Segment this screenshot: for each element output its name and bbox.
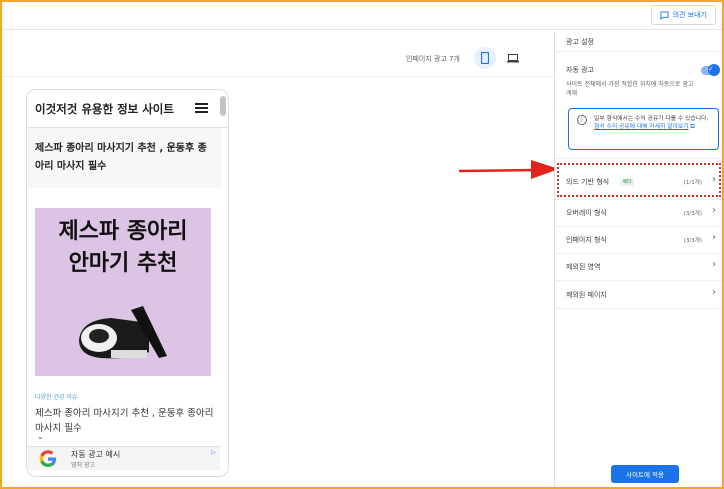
site-header: 이것저것 유용한 정보 사이트: [27, 90, 228, 128]
feedback-button[interactable]: 의견 보내기: [650, 5, 716, 25]
check-icon: ✓: [708, 65, 714, 73]
mobile-view-button[interactable]: [474, 47, 496, 69]
format-row-inpage[interactable]: 인페이지 형식 (3/3개) ›: [556, 225, 722, 252]
massager-image: [79, 306, 167, 359]
chevron-right-icon: ›: [712, 232, 716, 243]
preview-area: 인페이지 광고 7개 이것저것 유용한 정보 사이트 제스파 종아리 마사지기 …: [2, 31, 554, 487]
post-thumbnail: 제스파 종아리 안마기 추천: [35, 208, 211, 376]
panel-title: 광고 설정: [566, 38, 594, 46]
laptop-icon: [507, 53, 519, 62]
format-count: (3/3개): [683, 238, 702, 244]
format-row-overlay[interactable]: 오버레이 형식 (3/3개) ›: [556, 198, 722, 225]
format-label: 오버레이 형식: [566, 209, 607, 217]
divider: [555, 158, 722, 159]
chevron-down-icon[interactable]: ⌄: [37, 432, 44, 441]
thumbnail-text-line2: 안마기 추천: [68, 251, 178, 276]
desktop-view-button[interactable]: [502, 47, 524, 69]
feedback-icon: [660, 10, 669, 20]
auto-ads-label: 자동 광고: [566, 66, 594, 74]
ad-subtitle: 영처 광고: [71, 462, 95, 469]
phone-preview[interactable]: 이것저것 유용한 정보 사이트 제스파 종아리 마사지기 추천 , 운동후 종아…: [26, 89, 229, 477]
info-icon: i: [577, 115, 587, 125]
feedback-label: 의견 보내기: [672, 11, 707, 19]
info-text: 일부 형식에서는 수익 공유가 다를 수 있습니다.: [594, 116, 709, 122]
app-frame: 의견 보내기 인페이지 광고 7개 이것저것 유용한 정보 사이트 제스파 종아…: [2, 2, 722, 487]
format-row-excluded-pages[interactable]: 제외된 페이지 ›: [556, 280, 722, 307]
thumbnail-text-line1: 제스파 종아리: [58, 219, 188, 244]
post-category[interactable]: 다양한 건강 이슈: [35, 392, 77, 401]
mobile-phone-icon: [481, 52, 489, 64]
chevron-right-icon: ›: [712, 205, 716, 216]
ad-title: 자동 광고 예시: [71, 450, 121, 459]
red-arrow-annotation: [459, 160, 559, 179]
divider: [555, 308, 722, 309]
hamburger-menu-icon[interactable]: [195, 103, 208, 113]
apply-to-site-button[interactable]: 사이트에 적용: [611, 465, 679, 483]
format-label: 인페이지 형식: [566, 236, 607, 244]
format-row-excluded-areas[interactable]: 제외된 영역 ›: [556, 252, 722, 279]
chevron-right-icon: ›: [712, 287, 716, 298]
preview-toolbar: 인페이지 광고 7개: [2, 41, 554, 77]
revenue-share-info-box: i 일부 형식에서는 수익 공유가 다를 수 있습니다. 형식 수익 공유에 대…: [568, 108, 719, 150]
thumbnail-text: 제스파 종아리 안마기 추천: [35, 216, 211, 280]
google-logo-icon: [39, 450, 56, 467]
ad-count: 인페이지 광고 7개: [406, 55, 460, 63]
format-label: 제외된 영역: [566, 263, 601, 271]
format-label: 제외된 페이지: [566, 291, 607, 299]
phone-scrollbar[interactable]: [220, 96, 226, 116]
post-title[interactable]: 제스파 종아리 마사지기 추천 , 운동후 종아리 마사지 필수: [35, 406, 220, 436]
auto-ads-description: 사이트 전체에서 가장 적합한 위치에 자동으로 광고 게재: [566, 81, 694, 97]
post-heading: 제스파 종아리 마사지기 추천 , 운동후 종아리 마사지 필수: [27, 128, 222, 188]
highlight-annotation: [557, 163, 721, 197]
ad-settings-panel: 광고 설정 자동 광고 ✓ 사이트 전체에서 가장 적합한 위치에 자동으로 광…: [554, 31, 722, 487]
site-title: 이것저것 유용한 정보 사이트: [35, 102, 174, 116]
divider: [555, 51, 722, 52]
external-link-icon[interactable]: ⧉: [690, 124, 694, 130]
format-count: (3/3개): [683, 211, 702, 217]
chevron-right-icon: ›: [712, 259, 716, 270]
top-bar: 의견 보내기: [2, 2, 722, 30]
info-link[interactable]: 형식 수익 공유에 대해 자세히 알아보기: [594, 124, 689, 130]
ad-choices-icon[interactable]: ▷: [211, 449, 216, 456]
anchor-ad-banner[interactable]: 자동 광고 예시 영처 광고 ▷: [27, 446, 220, 470]
